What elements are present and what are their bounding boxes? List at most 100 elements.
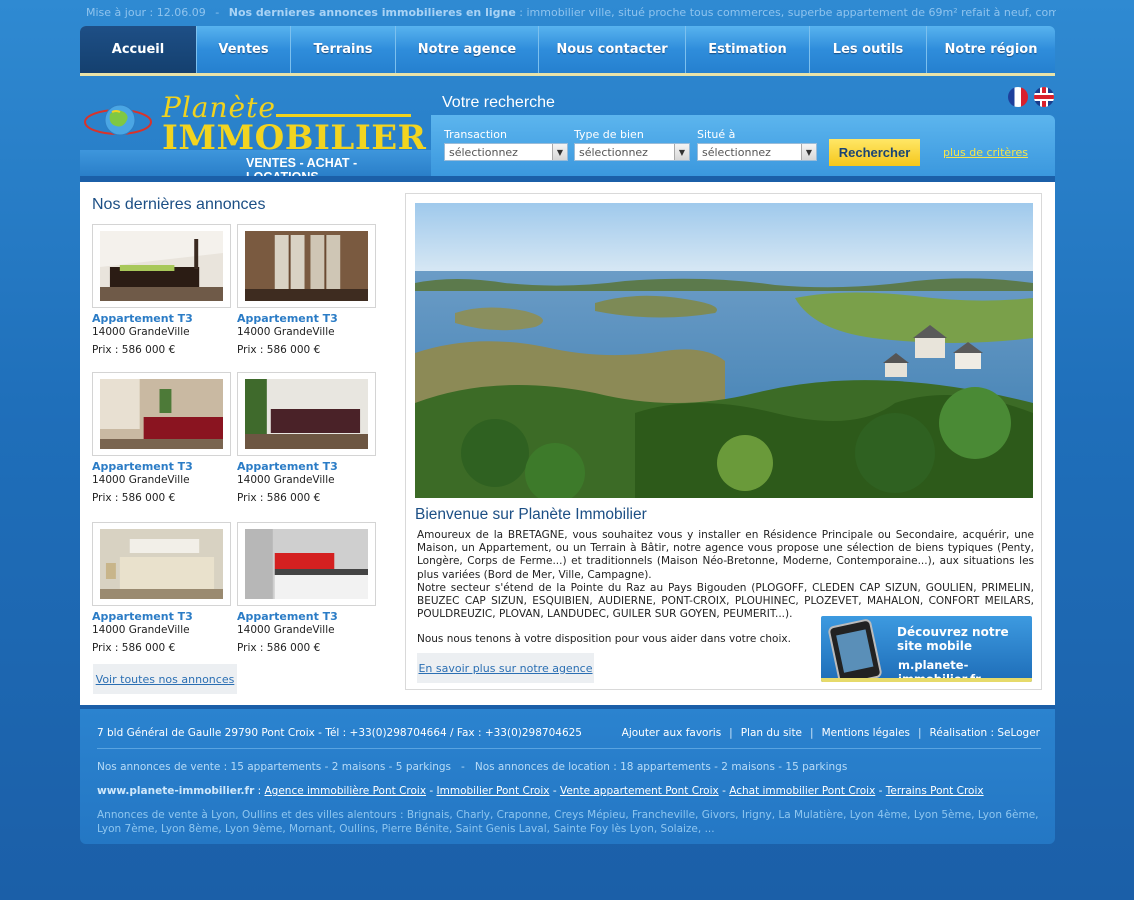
listing-city: 14000 GrandeVille [92,326,190,338]
globe-logo-icon [84,104,152,136]
footer-separator: | [918,727,922,739]
seo-separator: - [875,785,886,797]
listing-city: 14000 GrandeVille [92,474,190,486]
chevron-down-icon[interactable]: ▼ [674,144,689,160]
location-value: sélectionnez [702,146,771,159]
seo-link[interactable]: Agence immobilière Pont Croix [264,785,426,797]
footer-links: Ajouter aux favoris | Plan du site | Men… [622,727,1040,739]
ticker-separator: - [215,6,220,19]
seo-colon: : [254,785,265,797]
listing-title[interactable]: Appartement T3 [237,312,377,325]
english-flag-icon[interactable] [1034,87,1054,107]
listing-title[interactable]: Appartement T3 [92,312,232,325]
listing-title[interactable]: Appartement T3 [237,610,377,623]
nav-ventes[interactable]: Ventes [196,26,290,73]
nav-accueil[interactable]: Accueil [80,26,196,73]
living-room-brown-sofa-photo [245,379,368,449]
main-content: Nos dernières annonces Appartement T3 14… [80,182,1055,705]
nav-notre-agence[interactable]: Notre agence [395,26,538,73]
nav-nous-contacter[interactable]: Nous contacter [538,26,685,73]
more-criteria-link[interactable]: plus de critères [943,146,1028,159]
listing-city: 14000 GrandeVille [92,624,190,636]
ticker-headline[interactable]: Nos dernieres annonces immobilieres en l… [229,6,516,19]
logo-underline [276,114,411,117]
listing-title[interactable]: Appartement T3 [92,610,232,623]
location-select[interactable]: sélectionnez ▼ [697,143,817,161]
search-bar: Transaction sélectionnez ▼ Type de bien … [431,115,1055,176]
listing-thumbnail[interactable] [92,224,231,308]
listing-title[interactable]: Appartement T3 [237,460,377,473]
listing-city: 14000 GrandeVille [237,474,335,486]
location-field: Situé à sélectionnez ▼ [697,128,817,161]
credits-link[interactable]: Réalisation : SeLoger [930,727,1040,739]
agency-address: 7 bld Général de Gaulle 29790 Pont Croix… [97,727,582,739]
chevron-down-icon[interactable]: ▼ [801,144,816,160]
welcome-paragraph: Amoureux de la BRETAGNE, vous souhaitez … [417,529,1034,581]
listing-price: Prix : 586 000 € [237,344,321,356]
listing-card[interactable]: Appartement T3 14000 GrandeVille Prix : … [237,224,377,356]
listing-card[interactable]: Appartement T3 14000 GrandeVille Prix : … [92,372,232,504]
welcome-text: Amoureux de la BRETAGNE, vous souhaitez … [417,529,1034,621]
mobile-banner-title: Découvrez notre site mobile [897,625,1009,653]
transaction-field: Transaction sélectionnez ▼ [444,128,568,161]
transaction-select[interactable]: sélectionnez ▼ [444,143,568,161]
listing-thumbnail[interactable] [92,372,231,456]
listing-title[interactable]: Appartement T3 [92,460,232,473]
listings-title: Nos dernières annonces [92,196,266,213]
listing-card[interactable]: Appartement T3 14000 GrandeVille Prix : … [92,224,232,356]
seo-link[interactable]: Terrains Pont Croix [886,785,984,797]
kitchen-photo [245,529,368,599]
listing-price: Prix : 586 000 € [237,642,321,654]
welcome-title: Bienvenue sur Planète Immobilier [415,506,647,523]
site-url: www.planete-immobilier.fr [97,785,255,797]
seo-separator: - [549,785,560,797]
seo-link[interactable]: Achat immobilier Pont Croix [729,785,875,797]
listing-price: Prix : 586 000 € [92,492,176,504]
add-favorites-link[interactable]: Ajouter aux favoris [622,727,722,739]
listing-card[interactable]: Appartement T3 14000 GrandeVille Prix : … [237,522,377,654]
brittany-coast-photo [415,203,1033,498]
logo-immobilier-text: IMMOBILIER [162,118,427,158]
mobile-banner-underline [821,678,1032,682]
listing-card[interactable]: Appartement T3 14000 GrandeVille Prix : … [92,522,232,654]
search-button[interactable]: Rechercher [829,139,920,166]
listing-thumbnail[interactable] [237,522,376,606]
footer-divider [97,748,1041,749]
main-nav: Accueil Ventes Terrains Notre agence Nou… [80,26,1055,76]
seo-link[interactable]: Immobilier Pont Croix [437,785,550,797]
lyon-listings-text: Annonces de vente à Lyon, Oullins et des… [97,809,1039,835]
window-room-photo [245,231,368,301]
chevron-down-icon[interactable]: ▼ [552,144,567,160]
listing-thumbnail[interactable] [92,522,231,606]
site-logo[interactable]: Planète IMMOBILIER VENTES - ACHAT - LOCA… [80,82,431,184]
agency-info-link[interactable]: En savoir plus sur notre agence [417,653,594,683]
listing-price: Prix : 586 000 € [237,492,321,504]
property-type-field: Type de bien sélectionnez ▼ [574,128,690,161]
nav-notre-region[interactable]: Notre région [926,26,1055,73]
footer-separator: | [810,727,814,739]
see-all-listings-link[interactable]: Voir toutes nos annonces [93,664,237,694]
living-room-red-sofa-photo [100,379,223,449]
listing-city: 14000 GrandeVille [237,326,335,338]
ticker-text[interactable]: : immobilier ville, situé proche tous co… [519,6,1056,19]
transaction-label: Transaction [444,128,507,141]
footer-separator: | [729,727,733,739]
language-switch [1008,87,1054,107]
listing-card[interactable]: Appartement T3 14000 GrandeVille Prix : … [237,372,377,504]
seo-links: www.planete-immobilier.fr : Agence immob… [97,785,984,797]
nav-les-outils[interactable]: Les outils [809,26,926,73]
french-flag-icon[interactable] [1008,87,1028,107]
seo-separator: - [718,785,730,797]
news-ticker: Mise à jour : 12.06.09 - Nos dernieres a… [86,6,1056,22]
listing-thumbnail[interactable] [237,372,376,456]
seo-link[interactable]: Vente appartement Pont Croix [560,785,719,797]
search-title: Votre recherche [442,94,555,111]
property-type-select[interactable]: sélectionnez ▼ [574,143,690,161]
nav-estimation[interactable]: Estimation [685,26,809,73]
location-label: Situé à [697,128,736,141]
listing-thumbnail[interactable] [237,224,376,308]
mobile-site-banner[interactable]: Découvrez notre site mobile m.planete-im… [821,616,1032,682]
legal-notice-link[interactable]: Mentions légales [822,727,910,739]
sitemap-link[interactable]: Plan du site [741,727,802,739]
nav-terrains[interactable]: Terrains [290,26,395,73]
